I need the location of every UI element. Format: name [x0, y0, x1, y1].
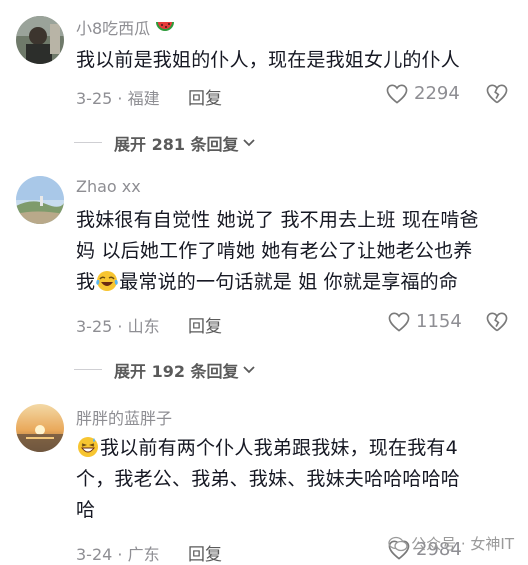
- comment-text: 我以前有两个仆人我弟跟我妹，现在我有4 个，我老公、我弟、我妹、我妹夫哈哈哈哈哈…: [76, 437, 461, 521]
- comment-date: 3-25: [76, 317, 113, 336]
- laughing-crying-emoji-icon: [96, 271, 119, 291]
- like-count: 2294: [414, 83, 460, 104]
- avatar[interactable]: [16, 404, 64, 452]
- comment-text: 我以前是我姐的仆人，现在是我姐女儿的仆人: [76, 49, 461, 71]
- chevron-down-icon: [242, 139, 255, 147]
- expand-replies-button[interactable]: 展开 281 条回复: [74, 131, 257, 155]
- dislike-button[interactable]: [486, 84, 508, 108]
- heart-icon: [388, 312, 410, 332]
- comment-location: 广东: [127, 545, 160, 564]
- comment-location: 福建: [127, 89, 160, 108]
- heart-icon: [386, 84, 408, 104]
- reply-button[interactable]: 回复: [188, 312, 222, 337]
- comment-author[interactable]: 胖胖的蓝胖子: [76, 405, 172, 429]
- broken-heart-icon: [486, 84, 508, 104]
- like-button[interactable]: 2294: [386, 83, 460, 104]
- broken-heart-icon: [486, 312, 508, 332]
- comment-date: 3-25: [76, 89, 113, 108]
- grinning-sweat-emoji-icon: [78, 437, 98, 457]
- watermelon-icon: [156, 22, 175, 31]
- chevron-down-icon: [242, 366, 255, 374]
- like-count: 1154: [416, 311, 462, 332]
- comment-author[interactable]: Zhao xx: [76, 177, 141, 196]
- reply-button[interactable]: 回复: [188, 84, 222, 109]
- reply-button[interactable]: 回复: [188, 540, 222, 565]
- comment-meta: 3-25 · 福建: [76, 89, 160, 108]
- wechat-icon: [388, 536, 408, 551]
- expand-replies-button[interactable]: 展开 192 条回复: [74, 358, 257, 382]
- comment-location: 山东: [127, 317, 160, 336]
- comment-author[interactable]: 小8吃西瓜: [76, 15, 175, 39]
- avatar[interactable]: [16, 176, 64, 224]
- comment-date: 3-24: [76, 545, 113, 564]
- like-button[interactable]: 1154: [388, 311, 462, 332]
- comment-text: 我妹很有自觉性 她说了 我不用去上班 现在啃爸 妈 以后她工作了啃她 她有老公了…: [76, 209, 479, 293]
- watermark: 公众号 · 女神IT: [388, 533, 514, 554]
- avatar[interactable]: [16, 16, 64, 64]
- comment-meta: 3-25 · 山东: [76, 317, 160, 336]
- dislike-button[interactable]: [486, 312, 508, 336]
- comment-meta: 3-24 · 广东: [76, 545, 160, 564]
